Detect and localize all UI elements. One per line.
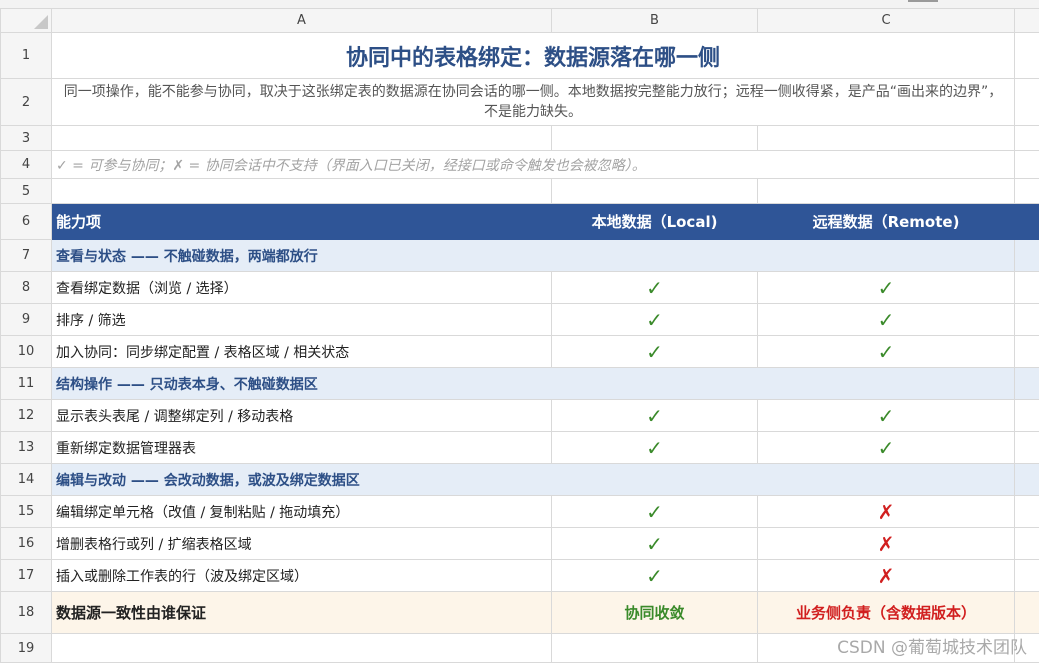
watermark: CSDN @葡萄城技术团队 [837, 638, 1027, 658]
cell-empty[interactable] [1014, 431, 1039, 464]
row-header-8[interactable]: 8 [0, 271, 52, 304]
local-check-mark[interactable]: ✓ [551, 559, 758, 592]
section-title-edit[interactable]: 编辑与改动 —— 会改动数据，或波及绑定数据区 [51, 463, 1015, 496]
remote-cross-mark[interactable]: ✗ [757, 495, 1015, 528]
cell-empty[interactable] [1014, 463, 1039, 496]
select-all-triangle-icon [34, 15, 48, 29]
remote-check-mark[interactable]: ✓ [757, 335, 1015, 368]
cell-empty[interactable] [1014, 591, 1039, 634]
top-strip [0, 0, 1039, 8]
remote-check-mark[interactable]: ✓ [757, 271, 1015, 304]
select-all-corner[interactable] [0, 8, 52, 33]
row-header-4[interactable]: 4 [0, 150, 52, 179]
cell-empty[interactable] [1014, 32, 1039, 79]
capability-label[interactable]: 排序 / 筛选 [51, 303, 552, 336]
local-check-mark[interactable]: ✓ [551, 495, 758, 528]
cell-empty[interactable] [1014, 527, 1039, 560]
spreadsheet-grid: A B C 1 协同中的表格绑定：数据源落在哪一侧 2 同一项操作，能不能参与协… [0, 8, 1039, 663]
cell-empty[interactable] [551, 178, 758, 204]
cell-empty[interactable] [1014, 495, 1039, 528]
row-header-17[interactable]: 17 [0, 559, 52, 592]
header-remote[interactable]: 远程数据（Remote) [757, 203, 1015, 240]
local-check-mark[interactable]: ✓ [551, 303, 758, 336]
capability-label[interactable]: 查看绑定数据（浏览 / 选择） [51, 271, 552, 304]
local-check-mark[interactable]: ✓ [551, 527, 758, 560]
row-header-18[interactable]: 18 [0, 591, 52, 634]
capability-label[interactable]: 增删表格行或列 / 扩缩表格区域 [51, 527, 552, 560]
local-check-mark[interactable]: ✓ [551, 271, 758, 304]
cell-empty[interactable] [1014, 178, 1039, 204]
ownership-local[interactable]: 协同收敛 [551, 591, 758, 634]
local-check-mark[interactable]: ✓ [551, 399, 758, 432]
capability-label[interactable]: 插入或删除工作表的行（波及绑定区域） [51, 559, 552, 592]
ownership-label[interactable]: 数据源一致性由谁保证 [51, 591, 552, 634]
row-header-2[interactable]: 2 [0, 78, 52, 126]
cell-empty[interactable] [1014, 203, 1039, 240]
section-title-structure[interactable]: 结构操作 —— 只动表本身、不触碰数据区 [51, 367, 1015, 400]
cell-empty[interactable] [51, 633, 552, 663]
sheet-title[interactable]: 协同中的表格绑定：数据源落在哪一侧 [51, 32, 1015, 79]
header-capability[interactable]: 能力项 [51, 203, 552, 240]
header-local[interactable]: 本地数据（Local) [551, 203, 758, 240]
cell-empty[interactable] [1014, 559, 1039, 592]
row-header-13[interactable]: 13 [0, 431, 52, 464]
row-header-3[interactable]: 3 [0, 125, 52, 151]
cell-empty[interactable] [757, 178, 1015, 204]
ownership-remote[interactable]: 业务侧负责（含数据版本） [757, 591, 1015, 634]
cell-empty[interactable] [1014, 399, 1039, 432]
row-header-12[interactable]: 12 [0, 399, 52, 432]
cell-empty[interactable] [1014, 150, 1039, 179]
intro-text[interactable]: 同一项操作，能不能参与协同，取决于这张绑定表的数据源在协同会话的哪一侧。本地数据… [51, 78, 1015, 126]
column-header-d[interactable] [1014, 8, 1039, 33]
cell-empty[interactable] [1014, 239, 1039, 272]
column-header-a[interactable]: A [51, 8, 552, 33]
capability-label[interactable]: 编辑绑定单元格（改值 / 复制粘贴 / 拖动填充） [51, 495, 552, 528]
cell-empty[interactable] [1014, 78, 1039, 126]
local-check-mark[interactable]: ✓ [551, 431, 758, 464]
cell-empty[interactable] [1014, 271, 1039, 304]
row-header-10[interactable]: 10 [0, 335, 52, 368]
row-header-11[interactable]: 11 [0, 367, 52, 400]
row-header-15[interactable]: 15 [0, 495, 52, 528]
capability-label[interactable]: 加入协同：同步绑定配置 / 表格区域 / 相关状态 [51, 335, 552, 368]
section-title-view[interactable]: 查看与状态 —— 不触碰数据，两端都放行 [51, 239, 1015, 272]
local-check-mark[interactable]: ✓ [551, 335, 758, 368]
row-header-9[interactable]: 9 [0, 303, 52, 336]
row-header-5[interactable]: 5 [0, 178, 52, 204]
column-header-c[interactable]: C [757, 8, 1015, 33]
capability-label[interactable]: 显示表头表尾 / 调整绑定列 / 移动表格 [51, 399, 552, 432]
cell-empty[interactable] [51, 125, 552, 151]
remote-check-mark[interactable]: ✓ [757, 303, 1015, 336]
cell-empty[interactable] [757, 125, 1015, 151]
row-header-7[interactable]: 7 [0, 239, 52, 272]
column-header-b[interactable]: B [551, 8, 758, 33]
row-header-16[interactable]: 16 [0, 527, 52, 560]
remote-cross-mark[interactable]: ✗ [757, 527, 1015, 560]
row-header-14[interactable]: 14 [0, 463, 52, 496]
cell-empty[interactable] [1014, 335, 1039, 368]
column-header-row: A B C [0, 8, 1039, 33]
legend-text[interactable]: ✓ = 可参与协同；✗ = 协同会话中不支持（界面入口已关闭，经接口或命令触发也… [51, 150, 1015, 179]
top-strip-mark [908, 0, 938, 2]
row-header-6[interactable]: 6 [0, 203, 52, 240]
remote-check-mark[interactable]: ✓ [757, 431, 1015, 464]
cell-empty[interactable] [1014, 125, 1039, 151]
cell-empty[interactable] [551, 633, 758, 663]
capability-label[interactable]: 重新绑定数据管理器表 [51, 431, 552, 464]
cell-empty[interactable] [1014, 303, 1039, 336]
cell-empty[interactable] [1014, 367, 1039, 400]
row-header-1[interactable]: 1 [0, 32, 52, 79]
remote-check-mark[interactable]: ✓ [757, 399, 1015, 432]
cell-empty[interactable] [51, 178, 552, 204]
remote-cross-mark[interactable]: ✗ [757, 559, 1015, 592]
cell-empty[interactable] [551, 125, 758, 151]
row-header-19[interactable]: 19 [0, 633, 52, 663]
